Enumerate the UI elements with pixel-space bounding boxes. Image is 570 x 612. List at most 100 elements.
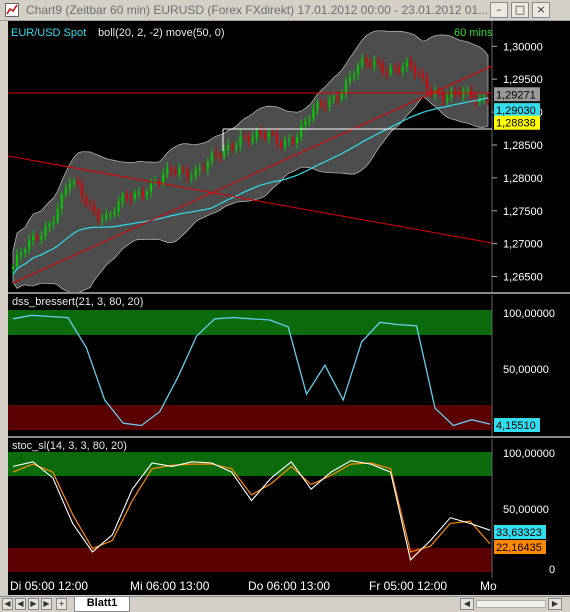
candle-body — [76, 181, 79, 185]
prev-sheet-button[interactable]: ◀ — [15, 598, 26, 610]
candle-body — [413, 66, 416, 74]
candle-body — [68, 183, 71, 189]
candle-body — [267, 133, 270, 138]
maximize-button[interactable]: □ — [511, 2, 529, 18]
candle-body — [401, 66, 404, 72]
candle-body — [251, 137, 254, 142]
candle-body — [336, 96, 339, 100]
horizontal-scrollbar[interactable] — [476, 600, 546, 608]
candle-body — [214, 153, 217, 156]
price-tick-label: 1,28000 — [503, 173, 543, 185]
candle-body — [105, 214, 108, 220]
candle-body — [385, 72, 388, 74]
dss-oversold-zone — [8, 405, 492, 430]
close-button[interactable]: × — [532, 2, 550, 18]
candle-body — [348, 76, 351, 82]
title-bar[interactable]: Chart9 (Zeitbar 60 min) EURUSD (Forex FX… — [0, 0, 570, 21]
candle-body — [101, 219, 104, 221]
dss-tick-100: 100,00000 — [503, 308, 555, 320]
price-tick-label: 1,29500 — [503, 74, 543, 86]
candle-body — [117, 201, 120, 212]
candle-body — [300, 125, 303, 138]
candle-body — [182, 169, 185, 171]
candle-body — [190, 176, 193, 178]
chart-area[interactable]: 1,300001,295001,290001,285001,280001,275… — [8, 21, 570, 578]
candle-body — [446, 97, 449, 101]
candle-body — [52, 221, 55, 224]
candle-body — [48, 223, 51, 227]
add-sheet-button[interactable]: + — [56, 598, 67, 610]
candle-body — [324, 105, 327, 107]
candle-body — [93, 205, 96, 212]
candle-body — [219, 155, 222, 157]
candle-body — [121, 195, 124, 202]
candle-body — [470, 90, 473, 99]
next-sheet-button[interactable]: ▶ — [28, 598, 39, 610]
candle-body — [320, 102, 323, 106]
stoc-panel[interactable]: stoc_sl(14, 3, 3, 80, 20) 100,00000 50,0… — [8, 439, 555, 578]
price-panel[interactable]: 1,300001,295001,290001,285001,280001,275… — [8, 21, 570, 294]
stoc-overbought-zone — [8, 452, 492, 476]
candle-body — [24, 249, 27, 253]
price-panel-title: EUR/USD Spot — [11, 27, 86, 39]
candle-body — [442, 93, 445, 101]
candle-body — [373, 61, 376, 66]
minimize-button[interactable]: – — [490, 2, 508, 18]
price-marker-label: 1,29271 — [496, 89, 536, 101]
candle-body — [44, 226, 47, 237]
candle-body — [296, 137, 299, 144]
candle-body — [206, 161, 209, 170]
candle-body — [72, 181, 75, 184]
candle-body — [377, 61, 380, 64]
candle-body — [16, 254, 19, 267]
candle-body — [417, 73, 420, 75]
price-marker-label: 1,28838 — [496, 118, 536, 130]
candle-body — [113, 211, 116, 215]
candle-body — [450, 91, 453, 98]
candle-body — [271, 133, 274, 135]
candle-body — [288, 139, 291, 141]
candle-body — [60, 194, 63, 209]
stoc-tick-50: 50,00000 — [503, 504, 549, 516]
candle-body — [125, 195, 128, 199]
candle-body — [466, 90, 469, 92]
price-axis[interactable] — [492, 21, 570, 293]
chart-window: Chart9 (Zeitbar 60 min) EURUSD (Forex FX… — [0, 0, 570, 612]
candle-body — [409, 61, 412, 67]
stoc-panel-title: stoc_sl(14, 3, 3, 80, 20) — [12, 440, 127, 452]
candle-body — [284, 140, 287, 147]
candle-body — [89, 204, 92, 206]
candle-body — [36, 235, 39, 240]
candle-body — [340, 93, 343, 100]
dss-panel[interactable]: dss_bressert(21, 3, 80, 20) 100,00000 50… — [8, 295, 555, 437]
sheet-tab-blatt1[interactable]: Blatt1 — [74, 597, 130, 612]
scroll-right-button[interactable]: ▶ — [548, 598, 562, 610]
price-marker-label: 1,29030 — [496, 105, 536, 117]
price-tick-label: 1,30000 — [503, 41, 543, 53]
time-axis[interactable]: Di 05:00 12:00 Mi 06:00 13:00 Do 06:00 1… — [8, 578, 570, 595]
candle-body — [454, 91, 457, 93]
price-tick-label: 1,28500 — [503, 140, 543, 152]
scroll-left-button[interactable]: ◀ — [460, 598, 474, 610]
candle-body — [263, 133, 266, 138]
chart-app-icon — [5, 3, 19, 17]
candle-body — [194, 169, 197, 177]
candle-body — [353, 74, 356, 77]
candle-body — [162, 174, 165, 183]
time-label-fr: Fr 05:00 12:00 — [369, 579, 448, 593]
last-sheet-button[interactable]: ▶ — [41, 598, 52, 610]
dss-value-marker: 4,15510 — [496, 420, 536, 432]
candle-body — [361, 59, 364, 66]
candle-body — [97, 211, 100, 221]
candle-body — [129, 198, 132, 200]
candle-body — [186, 170, 189, 178]
first-sheet-button[interactable]: ◀ — [2, 598, 13, 610]
candle-body — [235, 145, 238, 149]
candle-body — [308, 119, 311, 122]
candle-body — [422, 73, 425, 78]
candle-body — [328, 99, 331, 107]
dss-overbought-zone — [8, 310, 492, 335]
window-title: Chart9 (Zeitbar 60 min) EURUSD (Forex FX… — [26, 3, 489, 17]
candle-body — [316, 102, 319, 110]
candle-body — [133, 192, 136, 199]
